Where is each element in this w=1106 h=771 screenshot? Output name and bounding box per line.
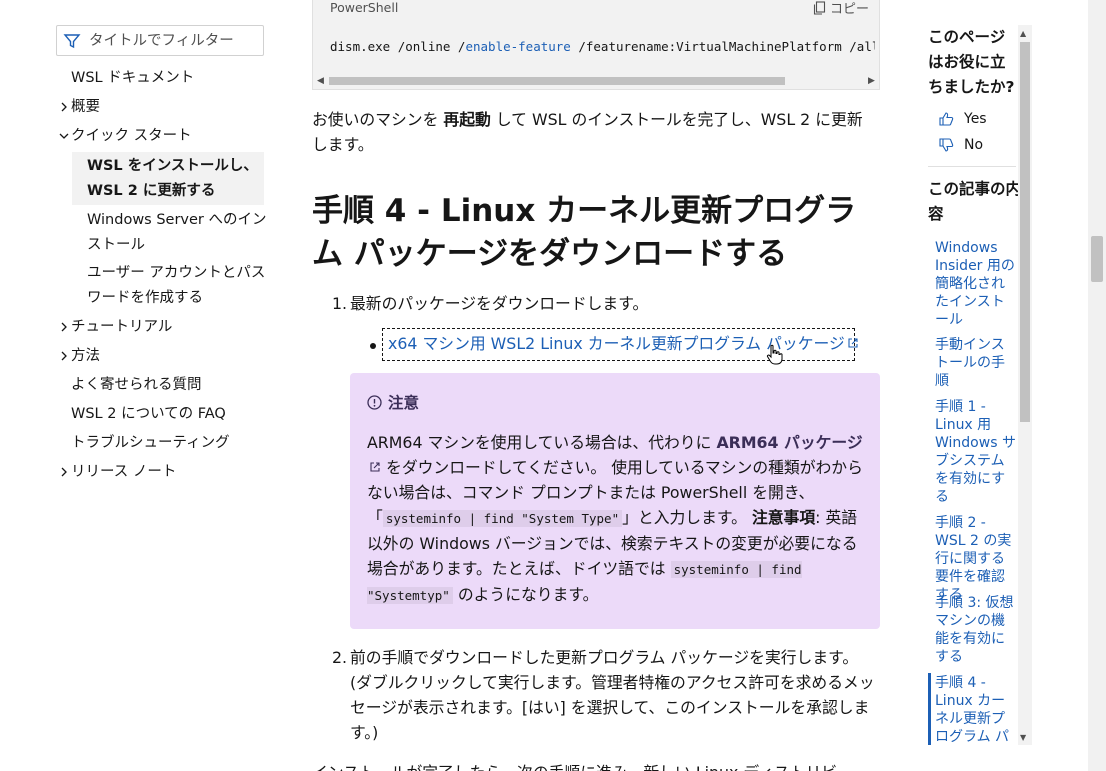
note-callout: 注意 ARM64 マシンを使用している場合は、代わりに ARM64 パッケージ … bbox=[350, 373, 880, 629]
code-block: PowerShell コピー dism.exe /online /enable-… bbox=[312, 0, 880, 90]
toc-item-step1[interactable]: 手順 1 - Linux 用 Windows サブシステムを有効にする bbox=[935, 398, 1017, 506]
step4-heading: 手順 4 - Linux カーネル更新プログラム パッケージをダウンロードする bbox=[312, 193, 857, 272]
code-line: dism.exe /online /enable-feature /featur… bbox=[330, 39, 875, 54]
copy-button[interactable]: コピー bbox=[813, 0, 869, 17]
filter-input[interactable] bbox=[89, 32, 259, 49]
toc-item-insider[interactable]: Windows Insider 用の簡略化されたインストール bbox=[935, 239, 1017, 329]
nav-item-howto[interactable]: 方法 bbox=[71, 344, 100, 369]
chevron-right-icon[interactable] bbox=[59, 351, 69, 361]
sidebar-scroll-up-icon[interactable]: ▲ bbox=[1020, 29, 1026, 38]
nav-item-troubleshooting[interactable]: トラブルシューティング bbox=[71, 431, 230, 456]
chevron-right-icon[interactable] bbox=[59, 467, 69, 477]
nav-sub-windows-server[interactable]: Windows Server へのインストール bbox=[87, 208, 267, 257]
chevron-right-icon[interactable] bbox=[59, 322, 69, 332]
step1-number: 1. bbox=[332, 294, 348, 313]
toc-item-manual[interactable]: 手動インストールの手順 bbox=[935, 336, 1017, 390]
nav-item-tutorials[interactable]: チュートリアル bbox=[71, 315, 172, 340]
window-scroll-thumb[interactable] bbox=[1091, 236, 1103, 282]
external-link-icon bbox=[370, 462, 380, 472]
chevron-right-icon[interactable] bbox=[59, 102, 69, 112]
note-body: ARM64 マシンを使用している場合は、代わりに ARM64 パッケージ をダウ… bbox=[367, 433, 863, 604]
nav-item-quickstart[interactable]: クイック スタート bbox=[71, 124, 192, 149]
window-scrollbar[interactable] bbox=[1088, 0, 1106, 771]
thumbs-down-icon bbox=[939, 138, 954, 152]
left-navigation: WSL ドキュメント 概要 クイック スタート WSL をインストールし、WSL… bbox=[0, 0, 280, 771]
nav-item-overview[interactable]: 概要 bbox=[71, 95, 100, 120]
bullet bbox=[370, 343, 376, 349]
thumbs-up-icon bbox=[939, 112, 954, 126]
download-link-x64[interactable]: x64 マシン用 WSL2 Linux カーネル更新プログラム パッケージ bbox=[388, 333, 859, 355]
chevron-down-icon[interactable] bbox=[59, 131, 69, 141]
nav-item-wsl-docs[interactable]: WSL ドキュメント bbox=[71, 66, 194, 91]
copy-label: コピー bbox=[829, 2, 869, 17]
toc-title: この記事の内容 bbox=[928, 180, 1022, 223]
feedback-yes-button[interactable]: Yes bbox=[938, 111, 987, 127]
filter-icon bbox=[63, 33, 81, 48]
nav-item-release-notes[interactable]: リリース ノート bbox=[71, 460, 176, 485]
main-content: PowerShell コピー dism.exe /online /enable-… bbox=[312, 0, 882, 771]
note-title-text: 注意 bbox=[388, 394, 420, 412]
after-install-text: インストールが完了したら、次の手順に進み、新しい Linux ディストリビ bbox=[312, 760, 877, 771]
toc-item-step2[interactable]: 手順 2 - WSL 2 の実行に関する要件を確認する bbox=[935, 514, 1017, 604]
info-icon bbox=[367, 394, 382, 410]
scroll-left-icon[interactable]: ◀ bbox=[317, 76, 324, 86]
code-horizontal-scrollbar[interactable]: ◀ ▶ bbox=[313, 73, 879, 89]
toc-item-step3[interactable]: 手順 3: 仮想マシンの機能を有効にする bbox=[935, 594, 1017, 666]
nav-item-wsl2-faq[interactable]: WSL 2 についての FAQ bbox=[71, 402, 226, 427]
step1-text: 最新のパッケージをダウンロードします。 bbox=[350, 294, 649, 313]
nav-sub-install-wsl[interactable]: WSL をインストールし、WSL 2 に更新する bbox=[87, 154, 267, 203]
code-scroll-thumb[interactable] bbox=[329, 77, 785, 85]
hand-cursor-icon bbox=[766, 344, 783, 365]
note-title: 注意 bbox=[367, 391, 419, 413]
sidebar-scroll-down-icon[interactable]: ▼ bbox=[1020, 733, 1026, 742]
sidebar-scroll-thumb[interactable] bbox=[1020, 42, 1030, 422]
external-link-icon bbox=[848, 338, 858, 348]
sidebar-divider bbox=[928, 166, 1016, 167]
feedback-title: このページはお役に立ちましたか? bbox=[928, 28, 1015, 96]
restart-paragraph: お使いのマシンを 再起動 して WSL のインストールを完了し、WSL 2 に更… bbox=[312, 110, 863, 154]
filter-box[interactable] bbox=[56, 25, 264, 56]
feedback-no-button[interactable]: No bbox=[938, 137, 983, 153]
toc-active-indicator bbox=[928, 673, 931, 745]
code-language-label: PowerShell bbox=[330, 0, 399, 15]
scroll-right-icon[interactable]: ▶ bbox=[868, 76, 875, 86]
nav-item-faq[interactable]: よく寄せられる質問 bbox=[71, 373, 202, 398]
step2-number: 2. bbox=[332, 648, 348, 667]
copy-icon bbox=[813, 0, 826, 15]
step2-text: 前の手順でダウンロードした更新プログラム パッケージを実行します。(ダブルクリッ… bbox=[350, 648, 875, 742]
toc-item-step4[interactable]: 手順 4 - Linux カーネル更新プログラム パッケージをダウンロードする bbox=[935, 674, 1017, 745]
nav-sub-user-account[interactable]: ユーザー アカウントとパスワードを作成する bbox=[87, 261, 267, 310]
